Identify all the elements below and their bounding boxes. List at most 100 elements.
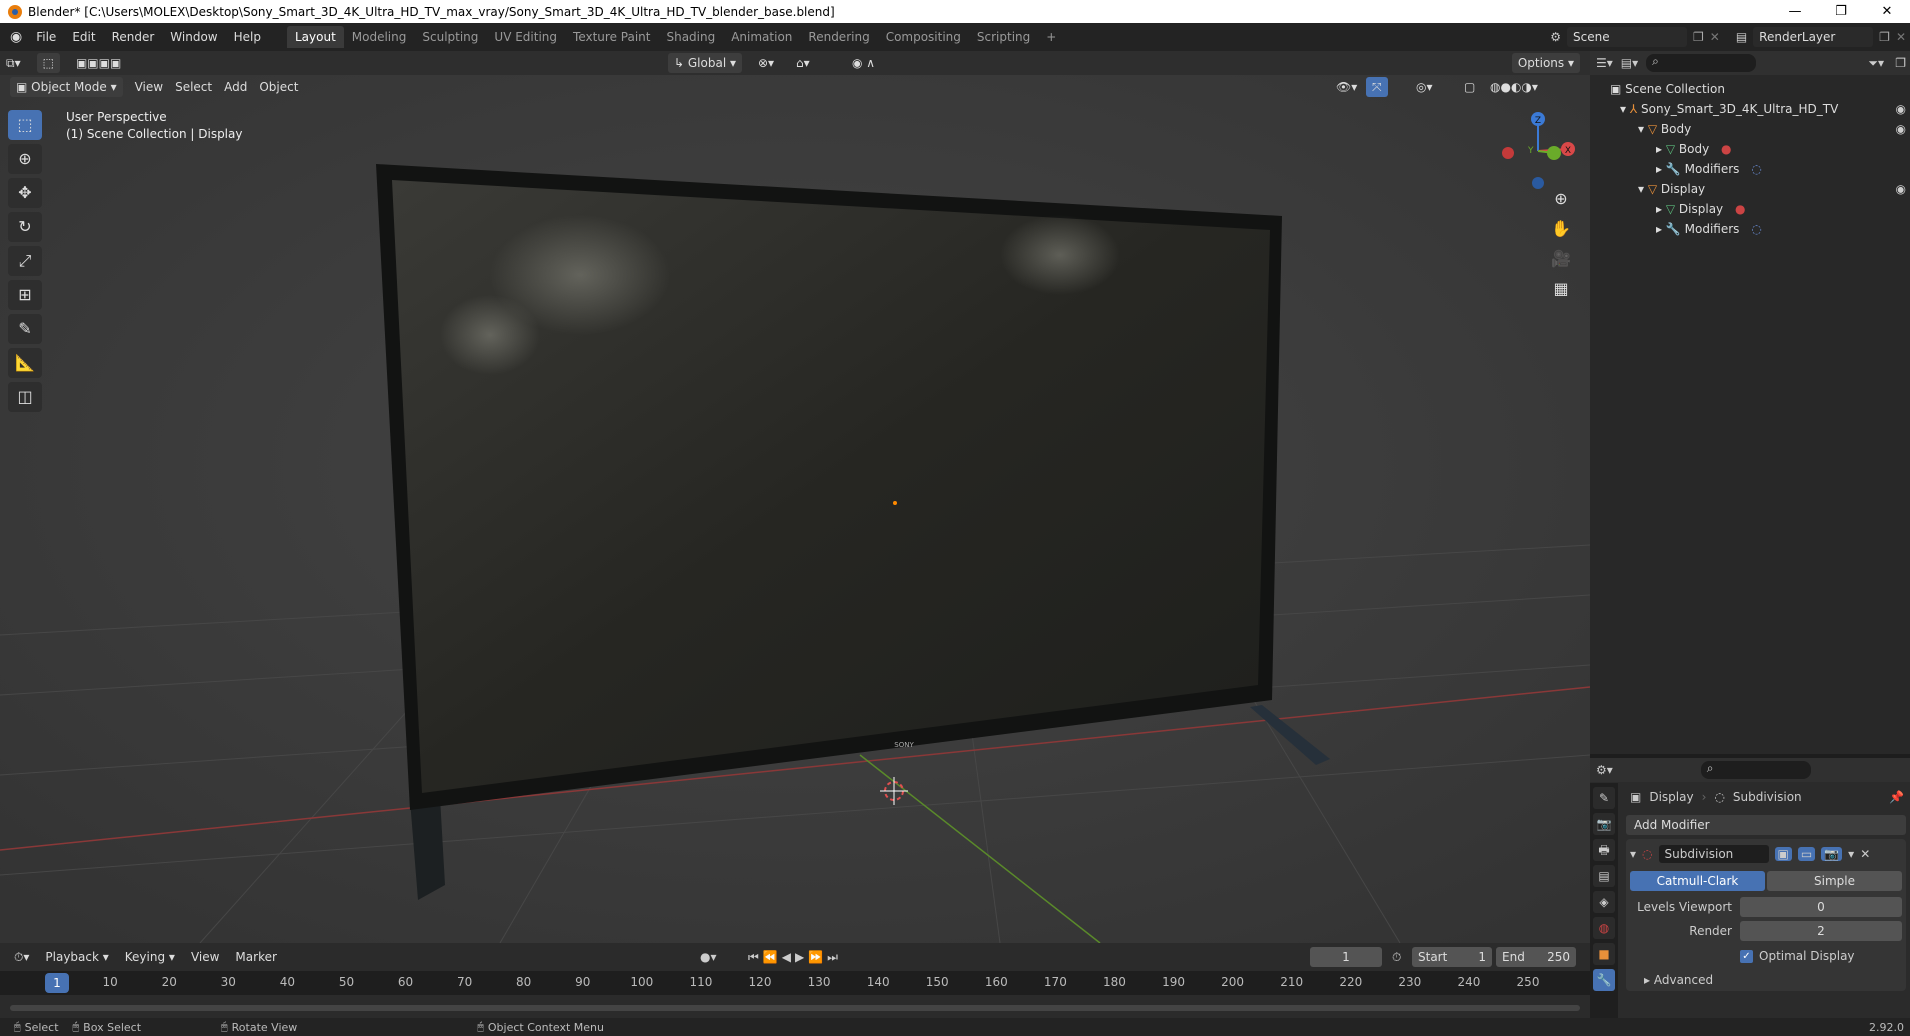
outliner-row-body-modifiers[interactable]: ▸ 🔧 Modifiers ◌ <box>1590 159 1910 179</box>
timeline-scrollbar[interactable] <box>10 1005 1580 1011</box>
eye-icon[interactable]: ◉ <box>1896 119 1906 139</box>
tab-sculpting[interactable]: Sculpting <box>414 26 486 48</box>
current-frame-field[interactable]: 1 <box>1310 947 1382 967</box>
view-layer-tab-icon[interactable]: ▤ <box>1593 865 1615 887</box>
annotate-tool-icon[interactable]: ✎ <box>8 314 42 344</box>
restore-icon[interactable]: ❐ <box>1818 0 1864 23</box>
gizmo-toggle-icon[interactable]: ⤧ <box>1366 77 1388 97</box>
tab-layout[interactable]: Layout <box>286 26 344 48</box>
output-tab-icon[interactable]: 🖶 <box>1593 839 1615 861</box>
simple-button[interactable]: Simple <box>1767 871 1902 891</box>
tool-tab-icon[interactable]: ✎ <box>1593 787 1615 809</box>
scale-tool-icon[interactable]: ⤢ <box>8 246 42 276</box>
expand-icon[interactable]: ▸ <box>1656 162 1662 176</box>
add-modifier-dropdown[interactable]: Add Modifier <box>1626 815 1906 835</box>
render-toggle-icon[interactable]: 📷 <box>1821 847 1843 861</box>
snap-icon[interactable]: ⌂▾ <box>790 53 816 73</box>
camera-view-icon[interactable]: 🎥 <box>1546 245 1576 273</box>
properties-search-icon[interactable]: ⌕ <box>1700 761 1811 779</box>
menu-marker[interactable]: Marker <box>229 947 282 967</box>
remove-scene-icon[interactable]: ✕ <box>1710 30 1720 44</box>
overlay-toggle-icon[interactable]: ◎▾ <box>1410 77 1439 97</box>
tab-uv-editing[interactable]: UV Editing <box>486 26 565 48</box>
render-levels-field[interactable]: 2 <box>1740 921 1902 941</box>
tab-modeling[interactable]: Modeling <box>344 26 415 48</box>
scene-field[interactable]: Scene <box>1567 27 1687 47</box>
move-tool-icon[interactable]: ✥ <box>8 178 42 208</box>
select-tool-icon[interactable]: ⬚ <box>36 53 60 73</box>
close-icon[interactable]: ✕ <box>1864 0 1910 23</box>
menu-select[interactable]: Select <box>169 77 218 97</box>
outliner-row-scene-collection[interactable]: ▣ Scene Collection <box>1590 79 1910 99</box>
outliner-row-body-mesh[interactable]: ▸ ▽ Body ● <box>1590 139 1910 159</box>
expand-icon[interactable]: ▾ <box>1620 102 1626 116</box>
outliner-row-display-modifiers[interactable]: ▸ 🔧 Modifiers ◌ <box>1590 219 1910 239</box>
render-layer-icon[interactable]: ▤ <box>1736 30 1747 44</box>
eye-icon[interactable]: ◉ <box>1896 99 1906 119</box>
tab-shading[interactable]: Shading <box>658 26 723 48</box>
new-collection-icon[interactable]: ❐ <box>1895 56 1906 70</box>
levels-viewport-field[interactable]: 0 <box>1740 897 1902 917</box>
menu-keying[interactable]: Keying ▾ <box>119 947 181 967</box>
properties-editor-icon[interactable]: ⚙▾ <box>1596 763 1613 777</box>
shading-modes-icons[interactable]: ◍●◐◑▾ <box>1484 77 1544 97</box>
ortho-grid-icon[interactable]: ▦ <box>1546 275 1576 303</box>
menu-add[interactable]: Add <box>218 77 253 97</box>
copy-layer-icon[interactable]: ❐ <box>1879 30 1890 44</box>
tab-animation[interactable]: Animation <box>723 26 800 48</box>
end-frame-field[interactable]: End 250 <box>1496 947 1576 967</box>
pan-hand-icon[interactable]: ✋ <box>1546 215 1576 243</box>
tab-compositing[interactable]: Compositing <box>878 26 969 48</box>
expand-icon[interactable]: ▸ <box>1656 222 1662 236</box>
menu-view[interactable]: View <box>129 77 169 97</box>
measure-tool-icon[interactable]: 📐 <box>8 348 42 378</box>
modifier-menu-icon[interactable]: ▾ <box>1848 847 1854 861</box>
expand-icon[interactable]: ▸ <box>1656 202 1662 216</box>
expand-icon[interactable]: ▸ <box>1656 142 1662 156</box>
expand-icon[interactable]: ▾ <box>1638 122 1644 136</box>
tab-rendering[interactable]: Rendering <box>800 26 877 48</box>
options-dropdown[interactable]: Options ▾ <box>1511 53 1580 73</box>
remove-layer-icon[interactable]: ✕ <box>1896 30 1906 44</box>
add-cube-tool-icon[interactable]: ◫ <box>8 382 42 412</box>
playhead[interactable]: 1 <box>45 973 69 993</box>
transform-orientation-dropdown[interactable]: ↳ Global ▾ <box>668 53 742 73</box>
outliner-row-body[interactable]: ▾ ▽ Body ◉ <box>1590 119 1910 139</box>
pivot-icon[interactable]: ⊗▾ <box>752 53 780 73</box>
scene-tab-icon[interactable]: ◈ <box>1593 891 1615 913</box>
collapse-icon[interactable]: ▾ <box>1630 847 1636 861</box>
stopwatch-icon[interactable]: ⏱ <box>1392 950 1401 965</box>
blender-menu-icon[interactable]: ◉ <box>0 29 28 45</box>
playback-controls[interactable]: ⏮⏪◀▶⏩⏭ <box>748 950 842 965</box>
outliner-editor-icon[interactable]: ☰▾ <box>1596 56 1613 70</box>
expand-icon[interactable]: ▾ <box>1638 182 1644 196</box>
transform-tool-icon[interactable]: ⊞ <box>8 280 42 310</box>
modifier-name-field[interactable]: Subdivision <box>1658 845 1769 863</box>
add-workspace-icon[interactable]: + <box>1038 26 1064 48</box>
optimal-display-checkbox[interactable]: ✓ <box>1740 949 1753 963</box>
viewport-toggle-icon[interactable]: ▭ <box>1797 847 1816 861</box>
copy-scene-icon[interactable]: ❐ <box>1693 30 1704 44</box>
minimize-icon[interactable]: — <box>1772 0 1818 23</box>
menu-edit[interactable]: Edit <box>64 23 103 51</box>
menu-timeline-view[interactable]: View <box>185 947 225 967</box>
menu-playback[interactable]: Playback ▾ <box>39 947 114 967</box>
menu-help[interactable]: Help <box>226 23 269 51</box>
scene-icon[interactable]: ⚙ <box>1550 30 1561 44</box>
catmull-clark-button[interactable]: Catmull-Clark <box>1630 871 1765 891</box>
record-icon[interactable]: ●▾ <box>700 950 717 964</box>
xray-icon[interactable]: ▢ <box>1458 77 1481 97</box>
selection-mode-icons[interactable]: ▣▣▣▣ <box>70 53 127 73</box>
outliner-row-tv-collection[interactable]: ▾ ⅄ Sony_Smart_3D_4K_Ultra_HD_TV ◉ <box>1590 99 1910 119</box>
visibility-icon[interactable]: 👁▾ <box>1330 77 1363 97</box>
tab-scripting[interactable]: Scripting <box>969 26 1038 48</box>
eye-icon[interactable]: ◉ <box>1896 179 1906 199</box>
display-mode-icon[interactable]: ▤▾ <box>1621 56 1638 70</box>
3d-viewport[interactable]: SONY Z X Y User Perspective (1) Scene Co… <box>0 75 1590 943</box>
select-box-icon[interactable]: ⬚ <box>8 110 42 140</box>
object-tab-icon[interactable]: ■ <box>1593 943 1615 965</box>
menu-render[interactable]: Render <box>104 23 163 51</box>
render-layer-field[interactable]: RenderLayer <box>1753 27 1874 47</box>
menu-object[interactable]: Object <box>253 77 304 97</box>
rotate-tool-icon[interactable]: ↻ <box>8 212 42 242</box>
